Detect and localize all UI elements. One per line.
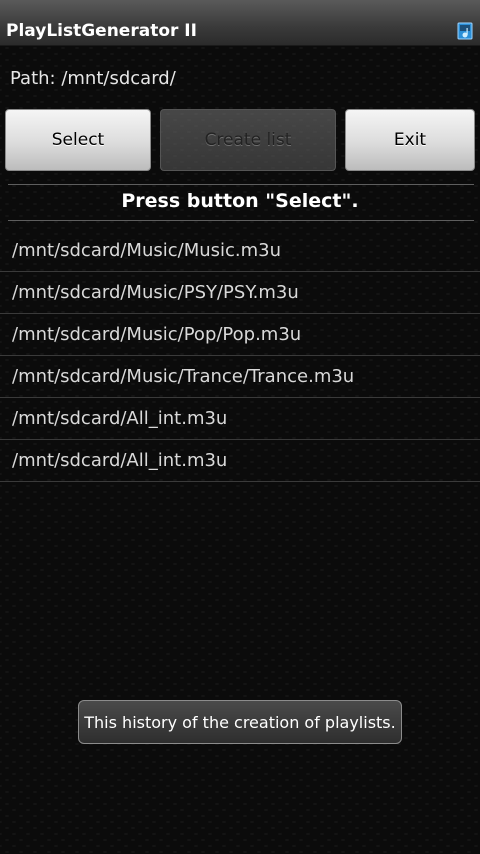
list-item[interactable]: /mnt/sdcard/All_int.m3u — [0, 440, 480, 482]
divider-top — [8, 184, 474, 185]
list-item[interactable]: /mnt/sdcard/Music/Trance/Trance.m3u — [0, 356, 480, 398]
list-item[interactable]: /mnt/sdcard/Music/Music.m3u — [0, 230, 480, 272]
exit-button[interactable]: Exit — [345, 109, 475, 171]
history-list: /mnt/sdcard/Music/Music.m3u /mnt/sdcard/… — [0, 230, 480, 482]
list-item[interactable]: /mnt/sdcard/All_int.m3u — [0, 398, 480, 440]
path-label: Path: /mnt/sdcard/ — [10, 68, 176, 89]
divider-bottom — [8, 220, 474, 221]
status-message: Press button "Select". — [121, 190, 359, 212]
create-list-button[interactable]: Create list — [160, 109, 336, 171]
app-icon — [457, 22, 473, 40]
toast-message: This history of the creation of playlist… — [78, 700, 402, 744]
list-item[interactable]: /mnt/sdcard/Music/PSY/PSY.m3u — [0, 272, 480, 314]
list-item[interactable]: /mnt/sdcard/Music/Pop/Pop.m3u — [0, 314, 480, 356]
title-bar: PlayListGenerator II — [0, 0, 480, 46]
select-button[interactable]: Select — [5, 109, 151, 171]
app-title: PlayListGenerator II — [6, 21, 197, 41]
